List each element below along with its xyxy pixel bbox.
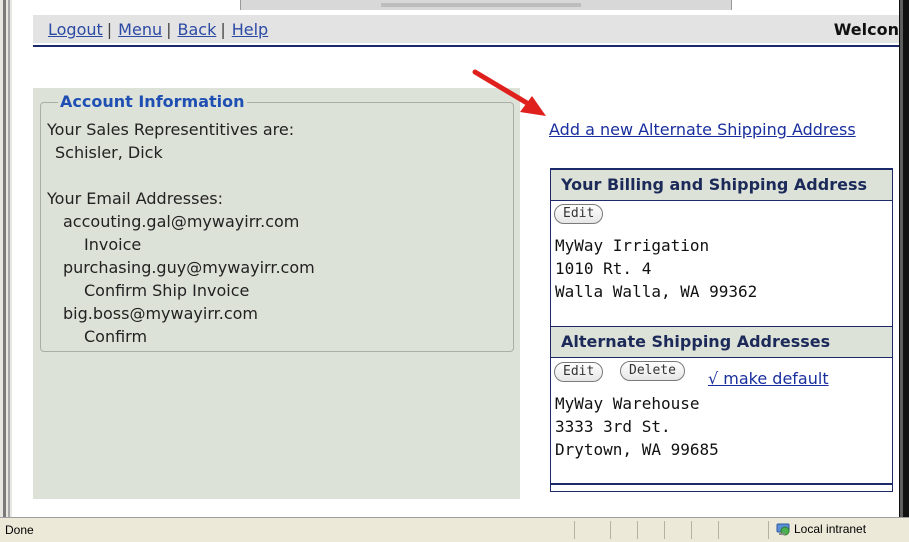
status-bar: Done Local intranet	[0, 517, 909, 542]
email-roles: Invoice	[84, 235, 142, 254]
address-line: 3333 3rd St.	[555, 417, 671, 436]
globe-network-icon	[776, 523, 790, 536]
email-address: accouting.gal@mywayirr.com	[63, 212, 300, 231]
status-divider	[718, 521, 719, 539]
add-alternate-address-link[interactable]: Add a new Alternate Shipping Address	[549, 120, 856, 139]
emails-label: Your Email Addresses:	[47, 189, 224, 208]
back-link[interactable]: Back	[178, 20, 217, 39]
nav-separator: |	[166, 20, 172, 39]
status-divider	[691, 521, 692, 539]
make-default-link[interactable]: √ make default	[708, 369, 829, 388]
status-text: Done	[5, 523, 34, 537]
sales-rep-name: Schisler, Dick	[55, 143, 163, 162]
nav-separator: |	[220, 20, 226, 39]
logout-link[interactable]: Logout	[48, 20, 103, 39]
account-details: Your Sales Representitives are: Schisler…	[47, 118, 315, 348]
email-address: big.boss@mywayirr.com	[63, 304, 258, 323]
nav-links: Logout | Menu | Back | Help	[48, 20, 268, 39]
email-roles: Confirm Ship Invoice	[84, 281, 250, 300]
window-top-strip	[240, 0, 732, 10]
security-zone: Local intranet	[776, 522, 866, 536]
billing-edit-button[interactable]: Edit	[554, 204, 604, 224]
security-zone-label: Local intranet	[794, 522, 867, 536]
billing-address: MyWay Irrigation 1010 Rt. 4 Walla Walla,…	[555, 234, 757, 303]
red-arrow-icon	[472, 69, 546, 116]
nav-divider	[33, 45, 899, 47]
alternate-delete-button[interactable]: Delete	[620, 361, 685, 381]
alternate-edit-button[interactable]: Edit	[554, 362, 604, 382]
email-roles: Confirm	[84, 327, 148, 346]
welcome-text: Welcon	[833, 20, 899, 39]
account-legend: Account Information	[58, 92, 247, 111]
billing-header: Your Billing and Shipping Address	[551, 169, 892, 201]
help-link[interactable]: Help	[232, 20, 268, 39]
alternate-header-label: Alternate Shipping Addresses	[561, 332, 831, 351]
sales-reps-label: Your Sales Representitives are:	[47, 120, 295, 139]
status-divider	[664, 521, 665, 539]
address-line: Drytown, WA 99685	[555, 440, 719, 459]
menu-link[interactable]: Menu	[118, 20, 162, 39]
email-address: purchasing.guy@mywayirr.com	[63, 258, 315, 277]
address-line: Walla Walla, WA 99362	[555, 282, 758, 301]
alternate-header: Alternate Shipping Addresses	[551, 326, 892, 358]
status-divider	[637, 521, 638, 539]
address-line: MyWay Irrigation	[555, 236, 710, 255]
address-line: MyWay Warehouse	[555, 394, 700, 413]
status-divider	[610, 521, 611, 539]
nav-separator: |	[106, 20, 113, 39]
top-nav-bar: Logout | Menu | Back | Help Welcon	[33, 15, 899, 43]
add-link-clip: Add a new Alternate Shipping Address	[549, 115, 899, 145]
box-bottom-rule	[551, 483, 892, 485]
status-divider	[768, 521, 769, 539]
browser-right-border	[899, 0, 909, 517]
address-line: 1010 Rt. 4	[555, 259, 652, 278]
alternate-address: MyWay Warehouse 3333 3rd St. Drytown, WA…	[555, 392, 719, 461]
browser-left-border	[0, 0, 12, 517]
address-box: Your Billing and Shipping Address Edit M…	[550, 168, 893, 492]
status-divider	[574, 521, 575, 539]
billing-header-label: Your Billing and Shipping Address	[561, 175, 867, 194]
